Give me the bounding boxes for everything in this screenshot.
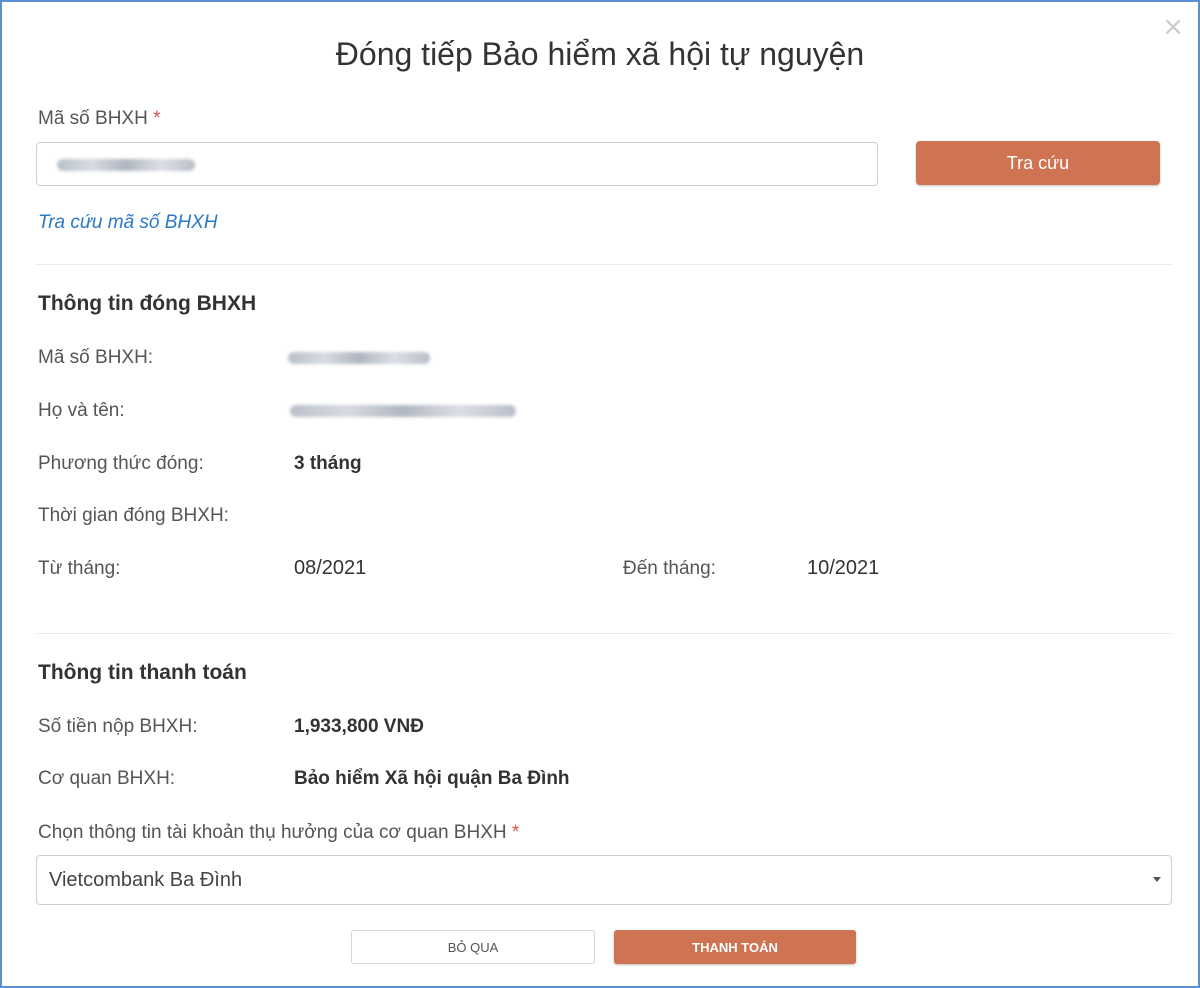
amount-value: 1,933,800 VNĐ [294, 716, 424, 737]
payment-info-heading: Thông tin đóng BHXH [38, 292, 257, 315]
divider [36, 633, 1172, 634]
required-mark: * [511, 822, 520, 843]
account-select-value: Vietcombank Ba Đình [49, 869, 243, 891]
modal-title: Đóng tiếp Bảo hiểm xã hội tự nguyện [335, 36, 865, 72]
agency-value: Bảo hiểm Xã hội quận Ba Đình [294, 768, 570, 789]
required-mark: * [153, 108, 161, 129]
info-code-label: Mã số BHXH: [38, 347, 154, 368]
billing-heading: Thông tin thanh toán [38, 661, 247, 684]
info-name-label: Họ và tên: [38, 400, 125, 421]
payment-modal: × Đóng tiếp Bảo hiểm xã hội tự nguyện Mã… [0, 0, 1200, 988]
lookup-code-link[interactable]: Tra cứu mã số BHXH [38, 212, 218, 234]
account-select[interactable]: Vietcombank Ba Đình [36, 855, 1172, 905]
amount-label: Số tiền nộp BHXH: [38, 716, 198, 737]
info-method-label: Phương thức đóng: [38, 453, 204, 474]
pay-button[interactable]: THANH TOÁN [614, 930, 856, 964]
skip-button[interactable]: BỎ QUA [351, 930, 595, 964]
info-from-label: Từ tháng: [38, 558, 121, 579]
redacted-code-value [288, 352, 430, 364]
bhxh-code-label-text: Mã số BHXH [38, 108, 148, 129]
info-method-value: 3 tháng [294, 453, 362, 474]
info-from-value: 08/2021 [294, 557, 367, 579]
info-to-value: 10/2021 [807, 557, 880, 579]
chevron-down-icon [1153, 877, 1161, 882]
info-period-label: Thời gian đóng BHXH: [38, 505, 229, 526]
redacted-input-value [57, 159, 195, 171]
agency-label: Cơ quan BHXH: [38, 768, 176, 789]
divider [36, 264, 1172, 265]
lookup-button[interactable]: Tra cứu [916, 141, 1160, 185]
account-label-text: Chọn thông tin tài khoản thụ hưởng của c… [38, 822, 507, 843]
bhxh-code-input[interactable] [36, 142, 878, 186]
info-to-label: Đến tháng: [623, 558, 716, 579]
redacted-name-value [290, 405, 516, 417]
bhxh-code-label: Mã số BHXH * [38, 108, 161, 130]
account-label: Chọn thông tin tài khoản thụ hưởng của c… [38, 822, 519, 844]
